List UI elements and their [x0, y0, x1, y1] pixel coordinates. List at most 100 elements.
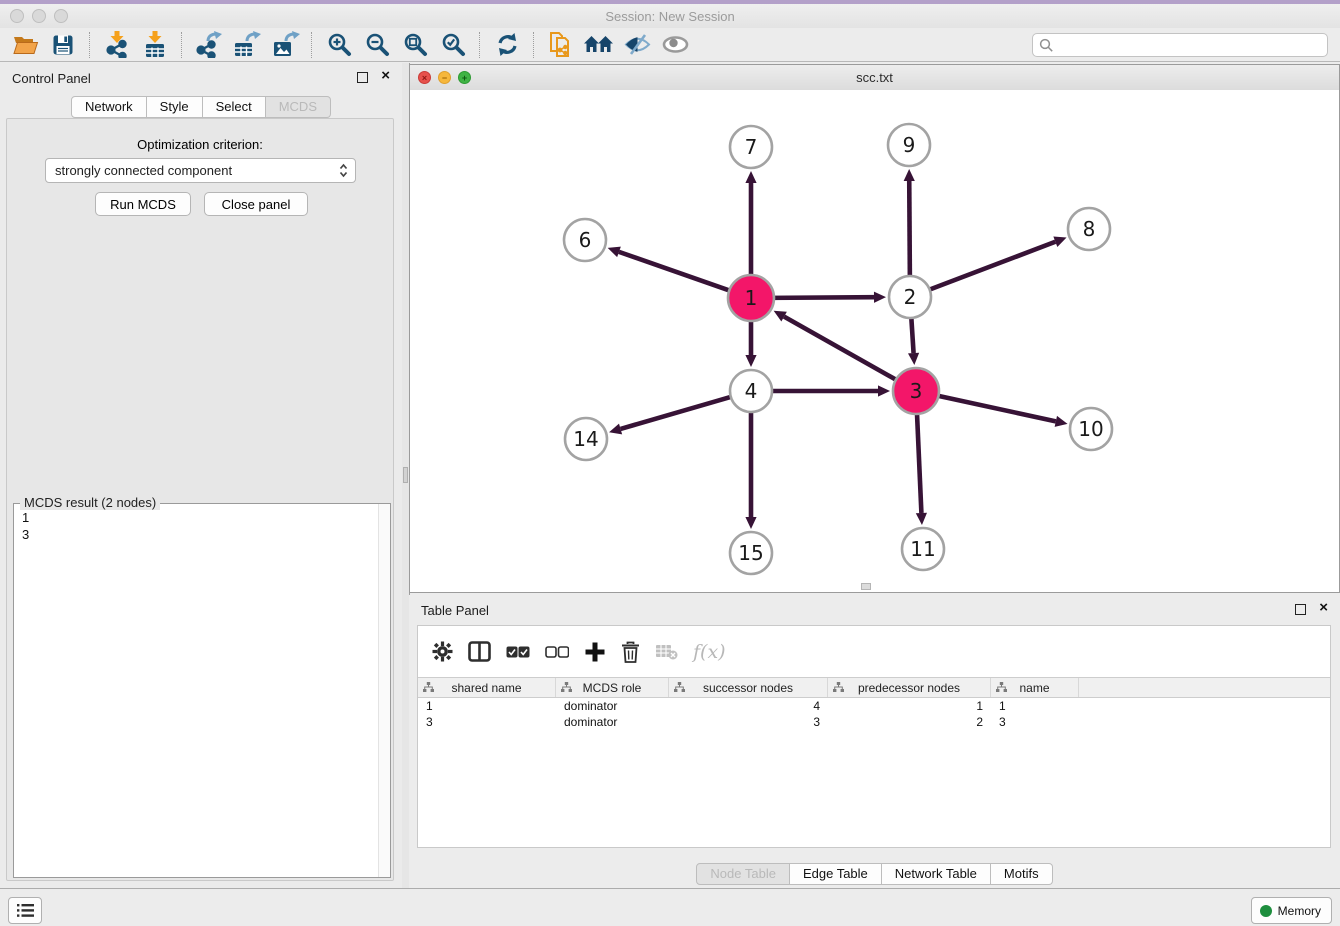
toolbar-separator — [89, 32, 91, 58]
float-panel-icon[interactable] — [357, 72, 368, 83]
control-tab-select[interactable]: Select — [203, 96, 266, 118]
close-panel-icon[interactable]: × — [381, 67, 390, 84]
table-header-row: shared nameMCDS role successor nodes prede… — [418, 677, 1330, 698]
save-icon — [52, 34, 74, 56]
table-settings-button[interactable] — [432, 641, 453, 662]
table-tab-network-table[interactable]: Network Table — [882, 863, 991, 885]
column-header-MCDS-role[interactable]: MCDS role — [556, 678, 669, 697]
table-tabs: Node TableEdge TableNetwork TableMotifs — [409, 863, 1340, 885]
table-panel: Table Panel × — [409, 595, 1340, 888]
zoom-selected-button[interactable] — [434, 30, 472, 60]
gear-icon — [432, 641, 453, 662]
delete-column-button[interactable] — [621, 641, 640, 663]
table-panel-header: Table Panel × — [409, 595, 1340, 625]
control-tab-mcds[interactable]: MCDS — [266, 96, 331, 118]
table-cell[interactable]: 3 — [418, 714, 556, 730]
export-image-button[interactable] — [266, 30, 304, 60]
table-cell[interactable]: 1 — [828, 698, 991, 714]
houses-button[interactable] — [580, 30, 618, 60]
graph-edge-1-2[interactable] — [771, 297, 874, 298]
refresh-button[interactable] — [488, 30, 526, 60]
run-mcds-button[interactable]: Run MCDS — [95, 192, 191, 216]
column-header-predecessor-nodes[interactable]: predecessor nodes — [828, 678, 991, 697]
graph-edge-2-3[interactable] — [911, 315, 913, 353]
table-cell[interactable]: 3 — [669, 714, 828, 730]
copy-document-icon — [548, 31, 575, 58]
status-bar: Memory — [0, 888, 1340, 926]
import-table-button[interactable] — [136, 30, 174, 60]
column-header-shared-name[interactable]: shared name — [418, 678, 556, 697]
network-canvas[interactable]: 1234678910111415 — [410, 90, 1339, 592]
search-input[interactable] — [1058, 37, 1327, 53]
export-network-button[interactable] — [190, 30, 228, 60]
graph-edge-3-1[interactable] — [784, 317, 898, 382]
network-window-titlebar: × − + scc.txt — [410, 65, 1339, 91]
zoom-selected-icon — [441, 32, 466, 57]
memory-button[interactable]: Memory — [1251, 897, 1332, 924]
search-field[interactable] — [1032, 33, 1328, 57]
columns-icon — [468, 641, 491, 662]
criterion-selected-value: strongly connected component — [55, 163, 232, 178]
table-cell[interactable]: dominator — [556, 698, 669, 714]
control-panel-tabs: NetworkStyleSelectMCDS — [0, 96, 402, 118]
zoom-out-button[interactable] — [358, 30, 396, 60]
graph-node-label-9: 9 — [903, 133, 916, 157]
table-panel-title: Table Panel — [421, 603, 489, 618]
table-cell[interactable]: 1 — [418, 698, 556, 714]
deselect-all-button[interactable] — [545, 646, 569, 658]
table-row[interactable]: 1dominator411 — [418, 698, 1330, 714]
graph-edge-4-14[interactable] — [621, 396, 734, 429]
table-tab-edge-table[interactable]: Edge Table — [790, 863, 882, 885]
graph-edge-3-10[interactable] — [936, 395, 1056, 421]
float-table-panel-icon[interactable] — [1295, 604, 1306, 615]
memory-label: Memory — [1278, 904, 1321, 918]
graph-node-label-1: 1 — [745, 286, 758, 310]
toolbar-separator — [181, 32, 183, 58]
mcds-result-scrollbar[interactable] — [378, 504, 390, 877]
table-cell[interactable]: dominator — [556, 714, 669, 730]
import-network-button[interactable] — [98, 30, 136, 60]
column-header-successor-nodes[interactable]: successor nodes — [669, 678, 828, 697]
column-header-label: name — [1019, 681, 1049, 695]
column-header-name[interactable]: name — [991, 678, 1079, 697]
copy-document-button[interactable] — [542, 30, 580, 60]
delete-table-button[interactable] — [655, 643, 678, 660]
control-tab-network[interactable]: Network — [71, 96, 147, 118]
control-tab-style[interactable]: Style — [147, 96, 203, 118]
graph-edge-3-11[interactable] — [917, 411, 922, 513]
table-row[interactable]: 3dominator323 — [418, 714, 1330, 730]
graph-edge-1-6[interactable] — [619, 252, 732, 292]
panel-divider-grip[interactable] — [403, 467, 408, 483]
save-session-button[interactable] — [44, 30, 82, 60]
table-cell[interactable]: 3 — [991, 714, 1079, 730]
graph-edge-2-9[interactable] — [909, 181, 910, 279]
column-header-label: successor nodes — [703, 681, 793, 695]
export-table-button[interactable] — [228, 30, 266, 60]
add-column-button[interactable] — [584, 641, 606, 663]
table-tab-node-table[interactable]: Node Table — [696, 863, 790, 885]
zoom-in-button[interactable] — [320, 30, 358, 60]
graph-node-label-14: 14 — [573, 427, 598, 451]
graph-node-label-7: 7 — [745, 135, 758, 159]
control-panel-header: Control Panel × — [0, 63, 402, 93]
table-tab-motifs[interactable]: Motifs — [991, 863, 1053, 885]
hide-selected-button[interactable] — [618, 30, 656, 60]
table-cell[interactable]: 4 — [669, 698, 828, 714]
table-cell[interactable]: 2 — [828, 714, 991, 730]
apply-function-button[interactable]: f(x) — [693, 641, 726, 663]
show-columns-button[interactable] — [468, 641, 491, 662]
open-session-button[interactable] — [6, 30, 44, 60]
panel-selector-button[interactable] — [8, 897, 42, 924]
criterion-select[interactable]: strongly connected component — [45, 158, 356, 183]
zoom-fit-button[interactable] — [396, 30, 434, 60]
canvas-splitter-grip[interactable] — [861, 583, 871, 590]
mcds-result-line: 1 — [22, 509, 29, 526]
table-cell[interactable]: 1 — [991, 698, 1079, 714]
select-all-button[interactable] — [506, 646, 530, 658]
close-panel-button[interactable]: Close panel — [204, 192, 308, 216]
zoom-fit-icon — [403, 32, 428, 57]
graph-edge-2-8[interactable] — [927, 242, 1056, 291]
show-all-button[interactable] — [656, 30, 694, 60]
graph-node-label-8: 8 — [1083, 217, 1096, 241]
close-table-panel-icon[interactable]: × — [1319, 599, 1328, 616]
